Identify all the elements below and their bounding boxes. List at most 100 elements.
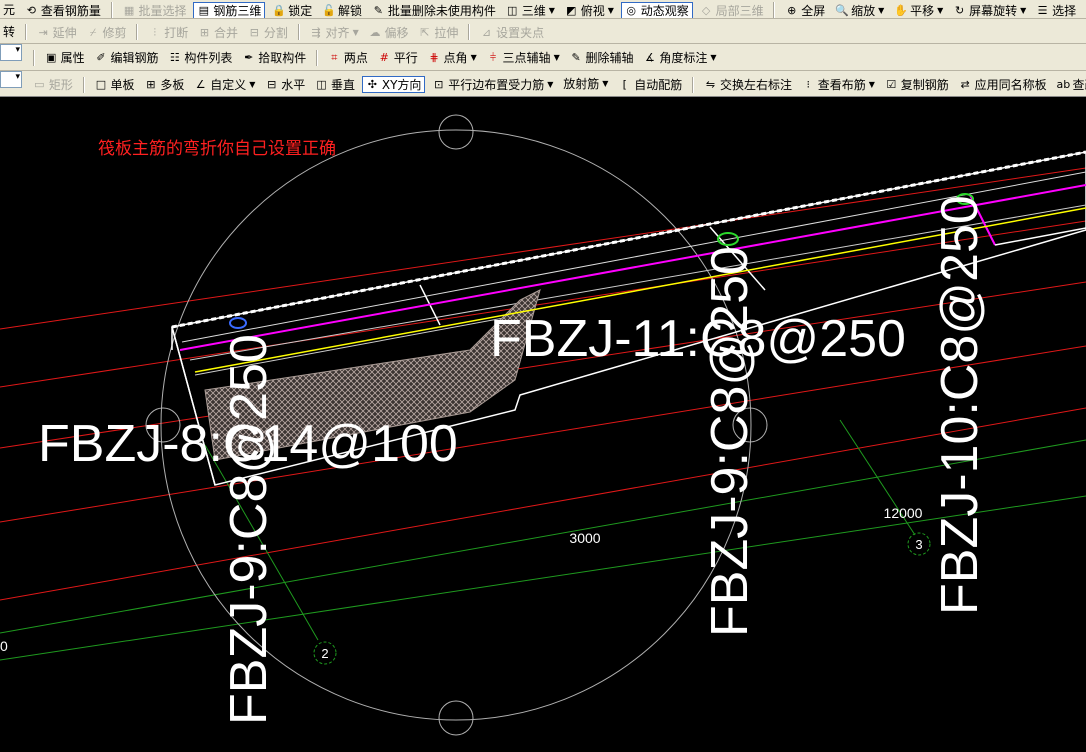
unlock-button[interactable]: 🔓 解锁 [319, 1, 365, 18]
chevron-down-icon: ▼ [547, 80, 554, 89]
auto-rebar-icon: [ [622, 78, 627, 91]
break-button[interactable]: ⫶ 打断 [145, 20, 191, 43]
stretch-button[interactable]: ⇱ 拉伸 [415, 20, 461, 43]
pan-dropdown[interactable]: ✋ 平移 ▼ [891, 1, 946, 18]
rebar-label-fbzj-11[interactable]: FBZJ-11:C8@250 [490, 310, 906, 368]
fullscreen-button[interactable]: ⊕ 全屏 [782, 1, 828, 18]
select-button[interactable]: ☰ 选择 [1033, 1, 1079, 18]
toolbar-row-1: 元 ⟲ 查看钢筋量 ▦ 批量选择 ▤ 钢筋三维 🔒 锁定 🔓 解锁 ✎ 批量删除未使用构件 … [0, 0, 1086, 19]
break-icon: ⫶ [153, 25, 157, 39]
offset-button[interactable]: ☁ 偏移 [366, 20, 412, 43]
radial-rebar-dropdown[interactable]: 放射筋 ▼ [560, 71, 611, 96]
rebar-label-fbzj-9-left[interactable]: FBZJ-9:C8@250 [220, 334, 278, 725]
align-dropdown[interactable]: ⇶ 对齐 ▼ [307, 20, 362, 43]
screen-rotate-dropdown[interactable]: ↻ 屏幕旋转 ▼ [950, 1, 1029, 18]
separator [110, 2, 113, 18]
single-slab-button[interactable]: □ 单板 [92, 72, 138, 96]
view-rebar-layout-dropdown[interactable]: ⁝ 查看布筋 ▼ [799, 72, 878, 96]
offset-icon: ☁ [369, 25, 381, 39]
separator [297, 24, 300, 40]
rebar-label-fbzj-10[interactable]: FBZJ-10:C8@250 [931, 195, 989, 615]
3d-view-dropdown[interactable]: ◫ 三维 ▼ [503, 1, 558, 18]
stretch-icon: ⇱ [420, 25, 430, 39]
delete-axis-icon: ✎ [571, 51, 581, 64]
dynamic-orbit-button[interactable]: ◎ 动态观察 [620, 1, 693, 18]
three-point-icon: ⫩ [489, 51, 497, 64]
blue-marker [229, 317, 247, 329]
copy-rebar-button[interactable]: ☑ 复制钢筋 [882, 72, 952, 96]
eraser-icon: ✎ [373, 3, 383, 17]
separator [82, 76, 85, 93]
pick-component-button[interactable]: ✒ 拾取构件 [239, 45, 309, 71]
multi-slab-button[interactable]: ⊞ 多板 [141, 72, 187, 96]
separator [692, 76, 695, 93]
vertical-icon: ◫ [316, 78, 327, 91]
separator [32, 49, 35, 66]
list-icon: ☷ [169, 51, 180, 64]
extend-button[interactable]: ⇥ 延伸 [34, 20, 80, 43]
zoom-dropdown[interactable]: 🔍 缩放 ▼ [832, 1, 887, 18]
chevron-down-icon: ▼ [1020, 5, 1027, 15]
properties-button[interactable]: ▣ 属性 [42, 45, 88, 71]
angle-dimension-dropdown[interactable]: ∡ 角度标注 ▼ [640, 45, 719, 71]
axis-bubble-3[interactable]: 3 [907, 532, 931, 556]
abc-icon: ab [1056, 78, 1071, 91]
swap-labels-button[interactable]: ⇋ 交换左右标注 [701, 72, 795, 96]
chevron-down-icon: ▼ [878, 5, 885, 15]
split-button[interactable]: ⊟ 分割 [245, 20, 291, 43]
delete-axis-button[interactable]: ✎ 删除辅轴 [567, 45, 637, 71]
point-angle-icon: ⋕ [429, 51, 439, 64]
point-angle-dropdown[interactable]: ⋕ 点角 ▼ [425, 45, 480, 71]
axis-bubble-2[interactable]: 2 [313, 641, 337, 665]
fullscreen-icon: ⊕ [787, 3, 797, 17]
horizontal-button[interactable]: ⊟ 水平 [262, 72, 308, 96]
white-rebar [994, 227, 1086, 246]
merge-button[interactable]: ⊞ 合并 [195, 20, 241, 43]
layer-select[interactable] [0, 44, 22, 61]
set-grip-button[interactable]: ⊿ 设置夹点 [477, 20, 547, 43]
toolbar-item-yuan[interactable]: 元 [0, 0, 18, 18]
rectangle-icon: ▭ [34, 78, 45, 91]
batch-delete-unused-button[interactable]: ✎ 批量删除未使用构件 [369, 1, 499, 18]
batch-select-button[interactable]: ▦ 批量选择 [120, 1, 190, 18]
parallel-axis-button[interactable]: # 平行 [375, 45, 421, 71]
lock-icon: 🔒 [272, 3, 286, 17]
edit-label-button[interactable]: ab查改标 [1053, 72, 1086, 96]
merge-icon: ⊞ [199, 25, 210, 39]
view-rebar-quantity-button[interactable]: ⟲ 查看钢筋量 [22, 1, 104, 18]
properties-icon: ▣ [45, 51, 57, 64]
top-view-dropdown[interactable]: ◩ 俯视 ▼ [562, 1, 617, 18]
rebar-label-fbzj-9-right[interactable]: FBZJ-9:C8@250 [701, 246, 759, 637]
chevron-down-icon: ▼ [548, 5, 555, 15]
chevron-down-icon: ▼ [868, 80, 875, 89]
chevron-down-icon: ▼ [352, 27, 359, 37]
mode-select[interactable] [0, 71, 22, 88]
xy-direction-button[interactable]: ✣ XY方向 [361, 76, 426, 93]
edit-rebar-button[interactable]: ✐ 编辑钢筋 [92, 45, 162, 71]
parallel-icon: # [379, 51, 389, 64]
apply-same-name-slab-button[interactable]: ⇄ 应用同名称板 [956, 72, 1050, 96]
component-list-button[interactable]: ☷ 构件列表 [165, 45, 235, 71]
toolbar-row-2: 转 ⇥ 延伸 ⌿ 修剪 ⫶ 打断 ⊞ 合并 ⊟ 分割 ⇶ 对齐 ▼ ☁ 偏移 ⇱ 拉伸 ⊿ 设置夹点 [0, 19, 1086, 44]
rebar-3d-button[interactable]: ▤ 钢筋三维 [193, 1, 266, 18]
trim-button[interactable]: ⌿ 修剪 [84, 20, 130, 43]
drawing-canvas[interactable]: 2 3 3000 12000 0 筏板主筋的弯折你自己设置正确 FBZJ-8:C… [0, 97, 1086, 748]
chevron-down-icon: ▼ [937, 5, 944, 15]
custom-dropdown[interactable]: ∠ 自定义 ▼ [191, 72, 258, 96]
lock-button[interactable]: 🔒 锁定 [269, 1, 315, 18]
parallel-edge-rebar-dropdown[interactable]: ⊡ 平行边布置受力筋 ▼ [429, 72, 556, 96]
two-point-axis-button[interactable]: ⌗ 两点 [325, 45, 371, 71]
red-line [0, 167, 1086, 330]
select-icon: ☰ [1037, 3, 1048, 17]
grip-icon: ⊿ [481, 25, 492, 39]
rectangle-button[interactable]: ▭ 矩形 [30, 72, 76, 96]
chevron-down-icon: ▼ [710, 53, 717, 62]
auto-rebar-button[interactable]: [自动配筋 [615, 72, 685, 96]
vertical-button[interactable]: ◫ 垂直 [312, 72, 358, 96]
top-view-icon: ◩ [566, 3, 577, 17]
axis-label-2: 2 [321, 646, 328, 661]
rotate-button[interactable]: 转 [0, 19, 18, 43]
three-point-axis-dropdown[interactable]: ⫩ 三点辅轴 ▼ [484, 45, 563, 71]
local-3d-button[interactable]: ◇ 局部三维 [697, 1, 767, 18]
hand-icon: ✋ [894, 3, 908, 17]
